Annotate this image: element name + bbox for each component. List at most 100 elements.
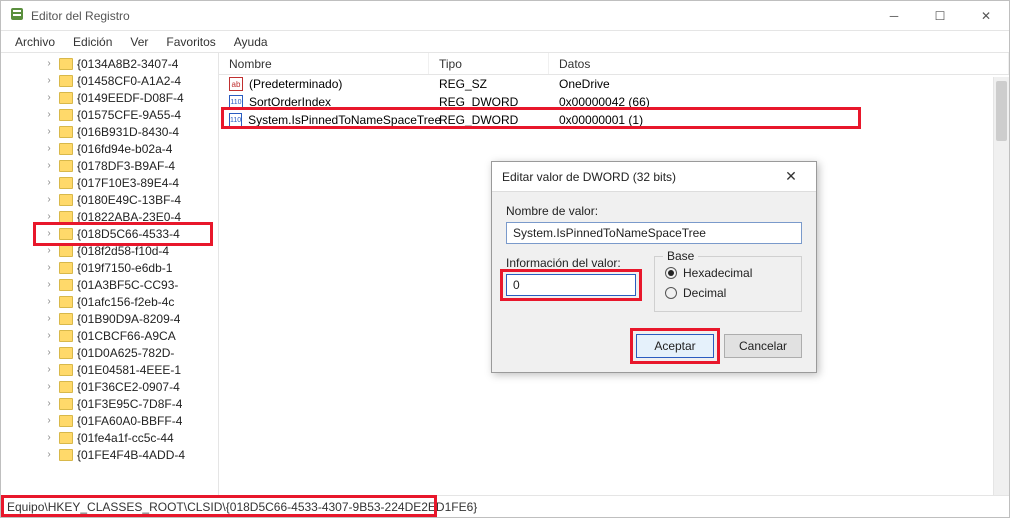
radio-decimal[interactable]: Decimal — [665, 283, 791, 303]
menu-edicion[interactable]: Edición — [65, 33, 120, 51]
tree-node[interactable]: ›{01D0A625-782D- — [1, 344, 218, 361]
tree-node[interactable]: ›{018D5C66-4533-4 — [1, 225, 218, 242]
menu-favoritos[interactable]: Favoritos — [158, 33, 223, 51]
folder-icon — [59, 262, 73, 274]
col-name[interactable]: Nombre — [219, 53, 429, 74]
expand-icon[interactable]: › — [43, 347, 55, 358]
value-row[interactable]: ab(Predeterminado)REG_SZOneDrive — [219, 75, 1009, 93]
value-name-input[interactable]: System.IsPinnedToNameSpaceTree — [506, 222, 802, 244]
expand-icon[interactable]: › — [43, 228, 55, 239]
dword-value-icon: 110 — [229, 95, 243, 109]
expand-icon[interactable]: › — [43, 75, 55, 86]
scrollbar-thumb[interactable] — [996, 81, 1007, 141]
expand-icon[interactable]: › — [43, 160, 55, 171]
maximize-button[interactable]: ☐ — [917, 1, 963, 31]
col-data[interactable]: Datos — [549, 53, 1009, 74]
tree-node[interactable]: ›{0149EEDF-D08F-4 — [1, 89, 218, 106]
tree-node[interactable]: ›{01B90D9A-8209-4 — [1, 310, 218, 327]
dialog-close-icon[interactable]: ✕ — [776, 168, 806, 185]
expand-icon[interactable]: › — [43, 245, 55, 256]
tree-node[interactable]: ›{0180E49C-13BF-4 — [1, 191, 218, 208]
tree-node[interactable]: ›{01E04581-4EEE-1 — [1, 361, 218, 378]
value-name: SortOrderIndex — [249, 95, 331, 109]
col-type[interactable]: Tipo — [429, 53, 549, 74]
radio-dot-icon — [665, 267, 677, 279]
folder-icon — [59, 415, 73, 427]
expand-icon[interactable]: › — [43, 143, 55, 154]
tree-node-label: {016fd94e-b02a-4 — [77, 142, 172, 156]
tree-node[interactable]: ›{019f7150-e6db-1 — [1, 259, 218, 276]
tree-node-label: {01fe4a1f-cc5c-44 — [77, 431, 174, 445]
list-header: Nombre Tipo Datos — [219, 53, 1009, 75]
minimize-button[interactable]: ─ — [871, 1, 917, 31]
radio-dot-icon — [665, 287, 677, 299]
expand-icon[interactable]: › — [43, 449, 55, 460]
tree-node[interactable]: ›{01F36CE2-0907-4 — [1, 378, 218, 395]
statusbar: Equipo\HKEY_CLASSES_ROOT\CLSID\{018D5C66… — [1, 495, 1009, 517]
expand-icon[interactable]: › — [43, 364, 55, 375]
tree-node[interactable]: ›{0134A8B2-3407-4 — [1, 55, 218, 72]
titlebar: Editor del Registro ─ ☐ ✕ — [1, 1, 1009, 31]
tree-node[interactable]: ›{017F10E3-89E4-4 — [1, 174, 218, 191]
tree-node[interactable]: ›{01458CF0-A1A2-4 — [1, 72, 218, 89]
value-data-input[interactable]: 0 — [506, 274, 636, 296]
expand-icon[interactable]: › — [43, 398, 55, 409]
expand-icon[interactable]: › — [43, 58, 55, 69]
tree-node-label: {01A3BF5C-CC93- — [77, 278, 178, 292]
folder-icon — [59, 228, 73, 240]
base-legend: Base — [663, 249, 698, 263]
tree-node[interactable]: › {01afc156-f2eb-4c — [1, 293, 218, 310]
expand-icon[interactable]: › — [43, 313, 55, 324]
tree-node[interactable]: › {016B931D-8430-4 — [1, 123, 218, 140]
expand-icon[interactable]: › — [43, 381, 55, 392]
value-type: REG_DWORD — [439, 95, 518, 109]
expand-icon[interactable]: › — [43, 432, 55, 443]
app-icon — [9, 6, 25, 25]
menu-archivo[interactable]: Archivo — [7, 33, 63, 51]
folder-icon — [59, 330, 73, 342]
expand-icon[interactable]: › — [43, 211, 55, 222]
tree-node[interactable]: ›{01FA60A0-BBFF-4 — [1, 412, 218, 429]
tree-node[interactable]: ›{018f2d58-f10d-4 — [1, 242, 218, 259]
tree-node[interactable]: ›{01F3E95C-7D8F-4 — [1, 395, 218, 412]
value-row[interactable]: 110SortOrderIndexREG_DWORD0x00000042 (66… — [219, 93, 1009, 111]
tree-node[interactable]: › {01fe4a1f-cc5c-44 — [1, 429, 218, 446]
tree-node-label: {016B931D-8430-4 — [77, 125, 179, 139]
expand-icon[interactable]: › — [43, 415, 55, 426]
close-button[interactable]: ✕ — [963, 1, 1009, 31]
app-title: Editor del Registro — [31, 9, 130, 23]
menu-ver[interactable]: Ver — [122, 33, 156, 51]
tree-node-label: {01575CFE-9A55-4 — [77, 108, 181, 122]
expand-icon[interactable]: › — [43, 92, 55, 103]
list-scrollbar[interactable] — [993, 77, 1009, 495]
folder-icon — [59, 296, 73, 308]
folder-icon — [59, 381, 73, 393]
folder-icon — [59, 126, 73, 138]
expand-icon[interactable]: › — [43, 296, 55, 307]
accept-button[interactable]: Aceptar — [636, 334, 714, 358]
tree-node[interactable]: › {01822ABA-23E0-4 — [1, 208, 218, 225]
value-row[interactable]: 110System.IsPinnedToNameSpaceTreeREG_DWO… — [219, 111, 1009, 129]
tree-node-label: {01822ABA-23E0-4 — [77, 210, 181, 224]
folder-icon — [59, 143, 73, 155]
expand-icon[interactable]: › — [43, 279, 55, 290]
expand-icon[interactable]: › — [43, 126, 55, 137]
expand-icon[interactable]: › — [43, 262, 55, 273]
tree-node[interactable]: › {016fd94e-b02a-4 — [1, 140, 218, 157]
tree-node[interactable]: › {01CBCF66-A9CA — [1, 327, 218, 344]
cancel-button[interactable]: Cancelar — [724, 334, 802, 358]
tree-node-label: {01CBCF66-A9CA — [77, 329, 176, 343]
tree-node-label: {01afc156-f2eb-4c — [77, 295, 174, 309]
expand-icon[interactable]: › — [43, 194, 55, 205]
expand-icon[interactable]: › — [43, 330, 55, 341]
folder-icon — [59, 432, 73, 444]
tree-node[interactable]: ›{0178DF3-B9AF-4 — [1, 157, 218, 174]
tree-node[interactable]: › {01575CFE-9A55-4 — [1, 106, 218, 123]
tree-node[interactable]: › {01A3BF5C-CC93- — [1, 276, 218, 293]
expand-icon[interactable]: › — [43, 177, 55, 188]
expand-icon[interactable]: › — [43, 109, 55, 120]
menu-ayuda[interactable]: Ayuda — [226, 33, 276, 51]
tree-node[interactable]: ›{01FE4F4B-4ADD-4 — [1, 446, 218, 463]
radio-hexadecimal[interactable]: Hexadecimal — [665, 263, 791, 283]
tree-panel[interactable]: ›{0134A8B2-3407-4›{01458CF0-A1A2-4›{0149… — [1, 53, 219, 495]
